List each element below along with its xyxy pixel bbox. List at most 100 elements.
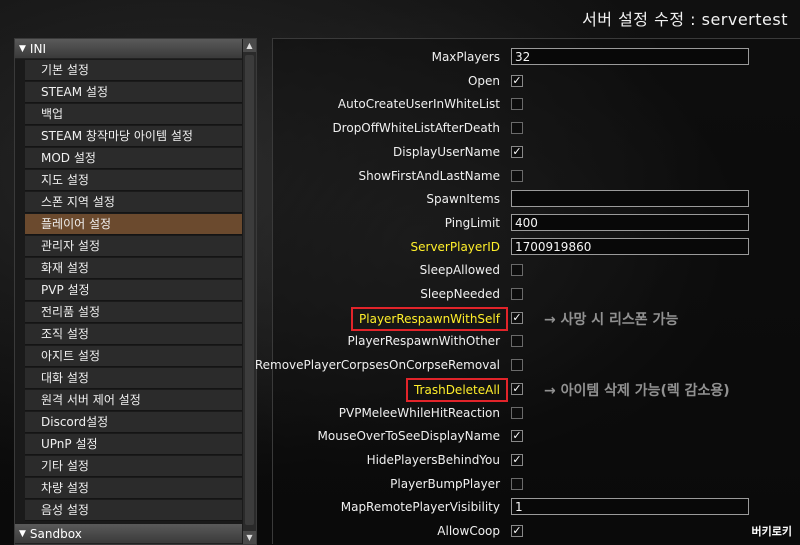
sidebar-item[interactable]: 대화 설정 <box>25 368 242 389</box>
setting-label: Open <box>467 73 500 88</box>
sidebar-item[interactable]: 아지트 설정 <box>25 346 242 367</box>
setting-label: DisplayUserName <box>393 144 500 159</box>
sidebar-item[interactable]: STEAM 설정 <box>25 82 242 103</box>
setting-label: SpawnItems <box>426 192 500 207</box>
setting-row: ShowFirstAndLastName <box>273 164 800 188</box>
setting-label: TrashDeleteAll <box>405 377 508 402</box>
setting-label: PlayerRespawnWithSelf <box>351 306 508 331</box>
setting-row: MouseOverToSeeDisplayName ✓ <box>273 424 800 448</box>
setting-row: MapRemotePlayerVisibility 1 <box>273 495 800 519</box>
setting-checkbox[interactable]: ✓ <box>511 452 523 466</box>
scrollbar-thumb[interactable] <box>245 55 254 525</box>
sidebar-item[interactable]: 기본 설정 <box>25 60 242 81</box>
checkmark-icon: ✓ <box>512 381 522 395</box>
section-label: INI <box>29 41 46 56</box>
setting-label: PVPMeleeWhileHitReaction <box>338 405 500 420</box>
setting-checkbox[interactable]: ✓ <box>511 73 523 87</box>
sidebar-item[interactable]: 스폰 지역 설정 <box>25 192 242 213</box>
setting-checkbox[interactable] <box>511 98 523 111</box>
setting-text-field[interactable]: 1700919860 <box>511 237 749 255</box>
settings-panel: MaxPlayers 32 Open ✓ AutoCreateUserInWhiteLi… <box>255 38 800 544</box>
sidebar-item[interactable]: 지도 설정 <box>25 170 242 191</box>
setting-checkbox[interactable] <box>511 288 523 300</box>
setting-row: SpawnItems <box>273 187 800 211</box>
setting-row: DropOffWhiteListAfterDeath <box>273 116 800 140</box>
section-label: Sandbox <box>29 526 82 541</box>
setting-label: MaxPlayers <box>431 50 500 64</box>
setting-row: AutoCreateUserInWhiteList <box>273 92 800 116</box>
setting-row: AllowCoop ✓ <box>273 519 800 543</box>
setting-label: PlayerBumpPlayer <box>390 476 500 491</box>
triangle-down-icon: ▼ <box>19 528 26 539</box>
sidebar-item[interactable]: STEAM 창작마당 아이템 설정 <box>25 126 242 147</box>
setting-label: AutoCreateUserInWhiteList <box>337 97 500 112</box>
sidebar: ▼ INI 기본 설정 STEAM 설정 백업 STEAM 창작마당 아이템 설정 MO… <box>14 38 257 545</box>
triangle-down-icon: ▼ <box>19 43 26 54</box>
setting-label: MouseOverToSeeDisplayName <box>317 429 500 444</box>
setting-checkbox[interactable] <box>511 477 523 490</box>
sidebar-item[interactable]: Discord설정 <box>25 412 242 433</box>
sidebar-item[interactable]: 기타 설정 <box>25 456 242 477</box>
setting-label: PingLimit <box>444 215 500 230</box>
scroll-up-arrow-icon[interactable]: ▲ <box>243 39 256 52</box>
scroll-down-arrow-icon[interactable]: ▼ <box>243 531 256 544</box>
setting-row: PlayerBumpPlayer <box>273 472 800 496</box>
setting-row: SleepNeeded <box>273 282 800 306</box>
setting-label: MapRemotePlayerVisibility <box>340 500 500 515</box>
setting-checkbox[interactable] <box>511 169 523 182</box>
setting-checkbox[interactable] <box>511 406 523 419</box>
setting-text-field[interactable]: 400 <box>511 213 749 231</box>
sidebar-item[interactable]: PVP 설정 <box>25 280 242 301</box>
page-title: 서버 설정 수정 : servertest <box>582 10 788 29</box>
setting-checkbox[interactable]: ✓ <box>511 311 523 324</box>
checkmark-icon: ✓ <box>512 452 522 466</box>
setting-row: PlayerRespawnWithOther <box>273 329 800 353</box>
checkmark-icon: ✓ <box>512 144 522 158</box>
setting-checkbox[interactable] <box>511 359 523 372</box>
setting-row: PlayerRespawnWithSelf ✓ <box>273 306 800 331</box>
setting-label: AllowCoop <box>437 524 500 538</box>
setting-checkbox[interactable]: ✓ <box>511 144 523 158</box>
sidebar-item[interactable]: 화재 설정 <box>25 258 242 279</box>
setting-row: SleepAllowed <box>273 258 800 282</box>
sidebar-scrollbar[interactable]: ▲ ▼ <box>242 39 256 544</box>
setting-text-field[interactable] <box>511 190 749 208</box>
setting-label: SleepAllowed <box>419 263 500 278</box>
setting-label: ShowFirstAndLastName <box>358 168 500 183</box>
setting-label: PlayerRespawnWithOther <box>347 334 500 349</box>
setting-row: DisplayUserName ✓ <box>273 140 800 164</box>
setting-row: TrashDeleteAll ✓ <box>273 377 800 402</box>
setting-checkbox[interactable] <box>511 122 523 135</box>
sidebar-item[interactable]: 관리자 설정 <box>25 236 242 257</box>
setting-checkbox[interactable] <box>511 264 523 277</box>
sidebar-item[interactable]: 전리품 설정 <box>25 302 242 323</box>
setting-checkbox[interactable]: ✓ <box>511 381 523 395</box>
checkmark-icon: ✓ <box>512 73 522 87</box>
sidebar-item[interactable]: 원격 서버 제어 설정 <box>25 390 242 411</box>
setting-row: RemovePlayerCorpsesOnCorpseRemoval <box>255 353 800 377</box>
watermark: 버키로키 <box>751 525 792 538</box>
setting-row: Open ✓ <box>273 69 800 93</box>
setting-label: DropOffWhiteListAfterDeath <box>332 121 500 136</box>
sidebar-item[interactable]: MOD 설정 <box>25 148 242 169</box>
setting-row: HidePlayersBehindYou ✓ <box>273 448 800 472</box>
sidebar-section-sandbox[interactable]: ▼ Sandbox <box>15 524 242 544</box>
sidebar-menu: 기본 설정 STEAM 설정 백업 STEAM 창작마당 아이템 설정 MOD 설정 지도… <box>15 60 242 522</box>
setting-checkbox[interactable] <box>511 335 523 348</box>
setting-row: ServerPlayerID 1700919860 <box>273 235 800 259</box>
setting-row: MaxPlayers 32 <box>273 45 800 69</box>
setting-label: ServerPlayerID <box>410 239 500 254</box>
sidebar-item[interactable]: 음성 설정 <box>25 500 242 521</box>
setting-checkbox[interactable]: ✓ <box>511 525 523 537</box>
setting-text-field[interactable]: 32 <box>511 48 749 65</box>
sidebar-section-ini[interactable]: ▼ INI <box>15 39 242 59</box>
setting-checkbox[interactable]: ✓ <box>511 430 523 443</box>
sidebar-item[interactable]: UPnP 설정 <box>25 434 242 455</box>
setting-label: HidePlayersBehindYou <box>366 452 500 467</box>
sidebar-item[interactable]: 차량 설정 <box>25 478 242 499</box>
setting-text-field[interactable]: 1 <box>511 498 749 516</box>
sidebar-item[interactable]: 플레이어 설정 <box>25 214 242 235</box>
sidebar-item[interactable]: 백업 <box>25 104 242 125</box>
sidebar-item[interactable]: 조직 설정 <box>25 324 242 345</box>
setting-row: PingLimit 400 <box>273 211 800 235</box>
